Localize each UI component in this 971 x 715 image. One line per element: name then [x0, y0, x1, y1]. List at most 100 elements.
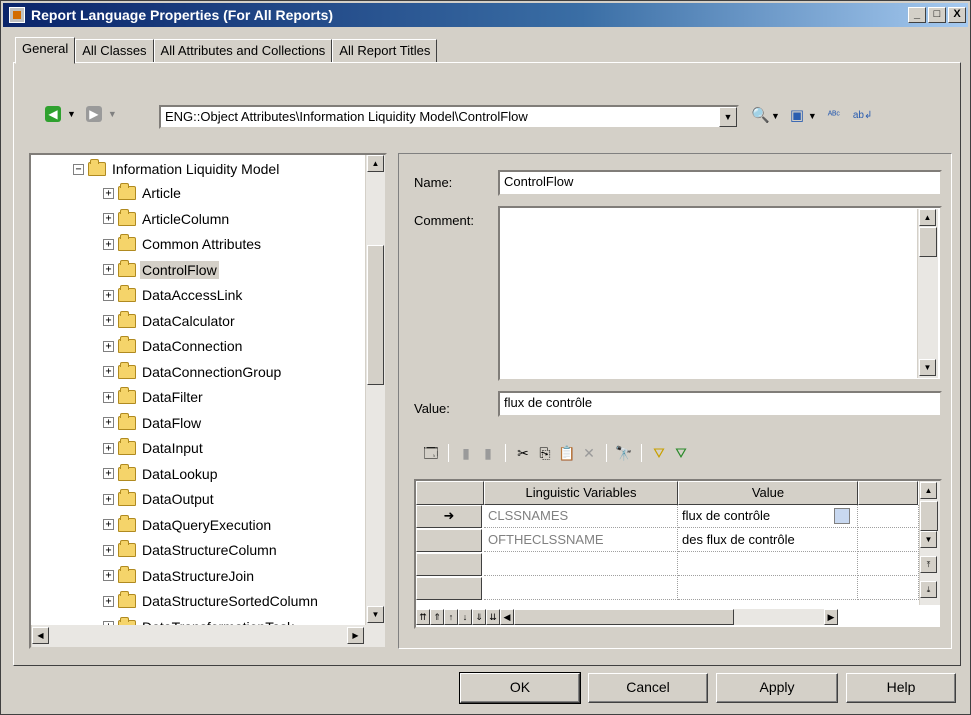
expand-icon[interactable]: + [103, 340, 114, 352]
tree-item[interactable]: + DataConnection [103, 334, 244, 358]
expand-icon[interactable]: + [103, 315, 114, 326]
cell-variable[interactable]: CLSSNAMES [484, 505, 678, 528]
cell-variable[interactable] [484, 577, 678, 600]
expand-icon[interactable]: + [103, 493, 114, 505]
apply-button[interactable]: Apply [716, 673, 838, 703]
cell-editor-icon[interactable] [834, 508, 850, 524]
comment-scrollbar[interactable]: ▲ ▼ [917, 209, 938, 378]
paste-icon[interactable]: 📋 [556, 443, 578, 463]
filter-icon[interactable]: ⛛ [648, 443, 670, 463]
expand-icon[interactable]: + [103, 264, 114, 275]
back-arrow-icon[interactable]: ◀ [45, 106, 61, 122]
expand-icon[interactable]: + [103, 289, 114, 301]
row-header[interactable] [416, 553, 482, 576]
tree-item[interactable]: + Common Attributes [103, 232, 263, 256]
tree-item[interactable]: + DataAccessLink [103, 283, 244, 307]
filter-options-icon[interactable]: ⛛ [670, 443, 692, 463]
tab-all-attributes[interactable]: All Attributes and Collections [153, 39, 333, 63]
tree-item[interactable]: + DataLookup [103, 462, 220, 486]
ok-button[interactable]: OK [459, 672, 581, 704]
forward-arrow-icon[interactable]: ▶ [85, 106, 102, 122]
scroll-top-icon[interactable]: ⤒ [920, 556, 937, 573]
help-button[interactable]: Help [846, 673, 956, 703]
scroll-thumb[interactable] [920, 501, 938, 531]
column-header-variables[interactable]: Linguistic Variables [484, 481, 678, 505]
scroll-up-icon[interactable]: ▲ [920, 482, 937, 499]
collapse-icon[interactable]: − [73, 163, 84, 175]
expand-icon[interactable]: + [103, 570, 114, 581]
save-dropdown-icon[interactable]: ▼ [808, 111, 817, 121]
scroll-right-icon[interactable]: ▶ [824, 609, 838, 625]
cell-variable[interactable] [484, 553, 678, 576]
move-down-page-icon[interactable]: ⇓ [472, 609, 486, 625]
tree-item[interactable]: + DataCalculator [103, 309, 237, 333]
name-field[interactable]: ControlFlow [498, 170, 942, 196]
expand-icon[interactable]: + [103, 417, 114, 428]
cell-value[interactable]: flux de contrôle [678, 505, 858, 528]
tree-item[interactable]: + Article [103, 181, 183, 205]
tab-all-report-titles[interactable]: All Report Titles [332, 39, 438, 63]
scroll-down-icon[interactable]: ▼ [920, 531, 937, 548]
move-bottom-icon[interactable]: ⇊ [486, 609, 500, 625]
search-dropdown-icon[interactable]: ▼ [771, 111, 780, 121]
row-header[interactable] [416, 529, 482, 552]
expand-icon[interactable]: + [103, 238, 114, 250]
scroll-left-icon[interactable]: ◀ [32, 627, 49, 644]
save-icon[interactable]: ▣ [788, 107, 806, 125]
tab-all-classes[interactable]: All Classes [75, 39, 154, 63]
minimize-button[interactable]: _ [908, 7, 926, 23]
tree-vertical-scrollbar[interactable]: ▲ ▼ [365, 155, 385, 625]
expand-icon[interactable]: + [103, 468, 114, 479]
search-icon[interactable]: 🔍 [751, 107, 770, 125]
tree-item[interactable]: + DataStructureSortedColumn [103, 589, 320, 613]
expand-icon[interactable]: + [103, 442, 114, 454]
move-up-page-icon[interactable]: ⇑ [430, 609, 444, 625]
expand-icon[interactable]: + [103, 213, 114, 224]
forward-dropdown-icon[interactable]: ▼ [108, 109, 117, 119]
tree-item[interactable]: + DataQueryExecution [103, 513, 273, 537]
replace-text-icon[interactable]: ab↲ [853, 107, 873, 125]
add-row-icon[interactable]: ▮ [477, 443, 499, 463]
grid-horizontal-scrollbar[interactable] [514, 609, 824, 625]
tree-item[interactable]: + ArticleColumn [103, 207, 231, 231]
scroll-down-icon[interactable]: ▼ [367, 606, 384, 623]
value-field[interactable]: flux de contrôle [498, 391, 942, 417]
copy-icon[interactable]: ⎘ [534, 443, 556, 463]
chevron-down-icon[interactable]: ▼ [719, 107, 737, 127]
row-header[interactable]: ➜ [416, 505, 482, 528]
expand-icon[interactable]: + [103, 391, 114, 403]
move-down-icon[interactable]: ↓ [458, 609, 472, 625]
scroll-thumb[interactable] [919, 227, 937, 257]
tree-item[interactable]: + ControlFlow [103, 258, 219, 282]
tree-item[interactable]: + DataFilter [103, 385, 205, 409]
properties-icon[interactable]: 🗔 [420, 443, 442, 463]
expand-icon[interactable]: + [103, 595, 114, 607]
scroll-right-icon[interactable]: ▶ [347, 627, 364, 644]
expand-icon[interactable]: + [103, 519, 114, 530]
tree-horizontal-scrollbar[interactable]: ◀ ▶ [31, 625, 385, 647]
cell-value[interactable] [678, 553, 858, 576]
tree-item[interactable]: + DataStructureColumn [103, 538, 279, 562]
comment-field[interactable] [498, 206, 942, 381]
title-bar[interactable]: Report Language Properties (For All Repo… [3, 3, 968, 27]
expand-icon[interactable]: + [103, 187, 114, 199]
scroll-thumb[interactable] [514, 609, 734, 625]
tree-item[interactable]: + DataConnectionGroup [103, 360, 283, 384]
maximize-button[interactable]: □ [928, 7, 946, 23]
tree-item[interactable]: + DataOutput [103, 487, 216, 511]
cut-icon[interactable]: ✂ [512, 443, 534, 463]
expand-icon[interactable]: + [103, 544, 114, 556]
tree-item[interactable]: + DataStructureJoin [103, 564, 256, 588]
cell-value[interactable] [678, 577, 858, 600]
scroll-up-icon[interactable]: ▲ [919, 209, 936, 226]
move-up-icon[interactable]: ↑ [444, 609, 458, 625]
column-header-value[interactable]: Value [678, 481, 858, 505]
path-combobox[interactable]: ENG::Object Attributes\Information Liqui… [159, 105, 739, 129]
scroll-thumb[interactable] [367, 245, 384, 385]
spellcheck-icon[interactable]: ᴬᴮᶜ [825, 107, 843, 125]
scroll-down-icon[interactable]: ▼ [919, 359, 936, 376]
close-button[interactable]: X [948, 7, 966, 23]
grid-vertical-scrollbar[interactable]: ▲ ▼ ⤒ ⤓ [919, 481, 940, 605]
scroll-left-icon[interactable]: ◀ [500, 609, 514, 625]
row-header[interactable] [416, 577, 482, 600]
